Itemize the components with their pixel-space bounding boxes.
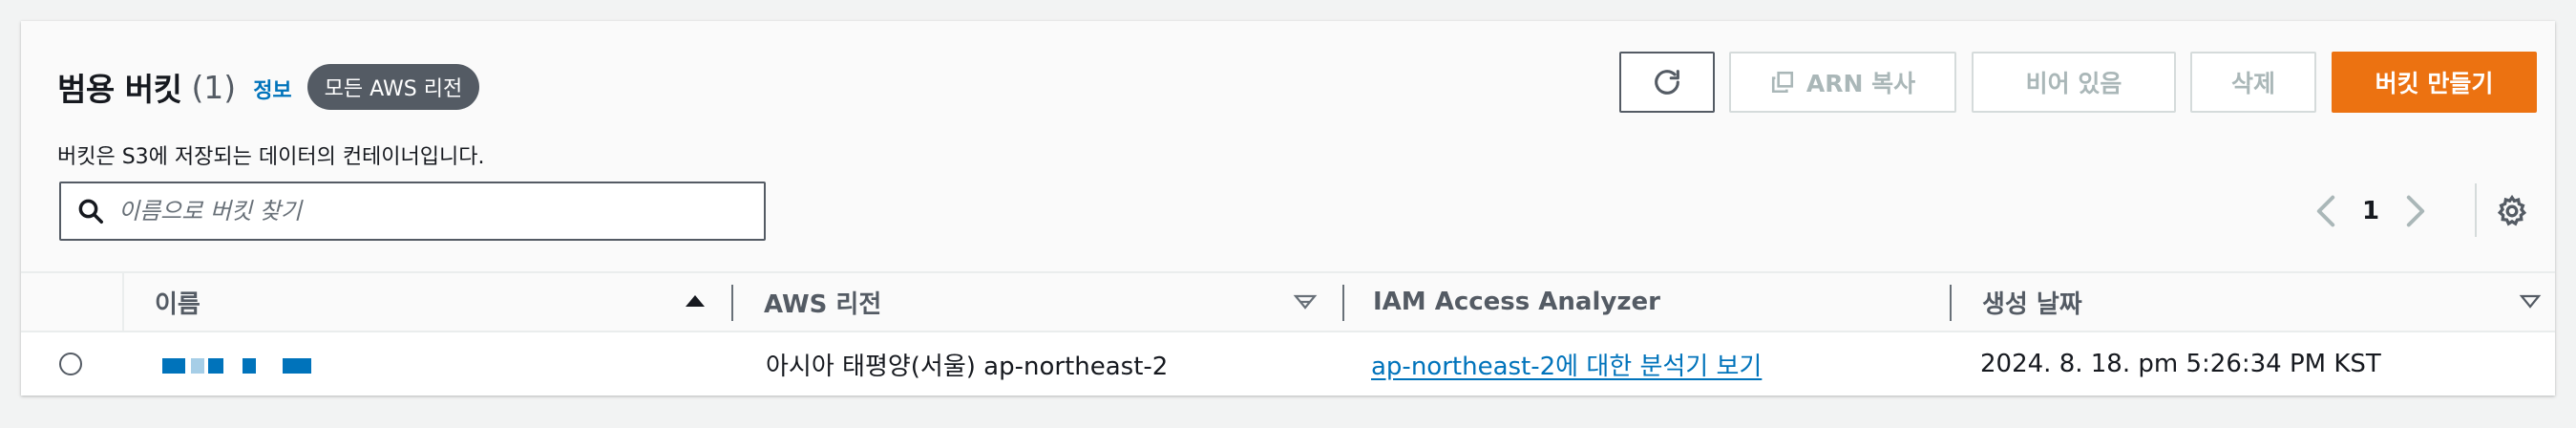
sort-ascending-icon[interactable] bbox=[684, 287, 707, 319]
gear-icon bbox=[2495, 194, 2529, 228]
page-title: 범용 버킷 bbox=[57, 71, 182, 108]
bucket-count: (1) bbox=[191, 68, 237, 106]
search-icon bbox=[76, 197, 105, 225]
row-select-radio[interactable] bbox=[59, 353, 82, 375]
empty-bucket-button[interactable]: 비어 있음 bbox=[1972, 52, 2176, 113]
table-row[interactable]: 아시아 태평양(서울) ap-northeast-2 ap-northeast-… bbox=[21, 332, 2555, 396]
search-input[interactable] bbox=[116, 197, 731, 225]
region-badge: 모든 AWS 리전 bbox=[306, 64, 480, 110]
column-header-name[interactable]: 이름 bbox=[155, 273, 201, 331]
sort-icon[interactable] bbox=[2519, 287, 2542, 319]
panel-header: 범용 버킷 (1) 정보 모든 AWS 리전 버킷은 S3에 저장되는 데이터의… bbox=[21, 21, 2555, 271]
analyzer-link[interactable]: ap-northeast-2에 대한 분석기 보기 bbox=[1371, 332, 1762, 396]
pager-divider bbox=[2475, 183, 2477, 237]
refresh-button[interactable] bbox=[1619, 52, 1715, 113]
column-header-analyzer[interactable]: IAM Access Analyzer bbox=[1373, 273, 1660, 331]
copy-arn-label: ARN 복사 bbox=[1805, 70, 1916, 97]
search-field[interactable] bbox=[59, 182, 766, 241]
column-header-created[interactable]: 생성 날짜 bbox=[1982, 273, 2082, 331]
create-bucket-button[interactable]: 버킷 만들기 bbox=[2332, 52, 2537, 113]
sort-icon[interactable] bbox=[1293, 287, 1318, 319]
creation-date: 2024. 8. 18. pm 5:26:34 PM KST bbox=[1980, 350, 2381, 378]
bucket-region: 아시아 태평양(서울) ap-northeast-2 bbox=[766, 352, 1169, 381]
settings-button[interactable] bbox=[2490, 189, 2534, 233]
current-page[interactable]: 1 bbox=[2345, 197, 2397, 225]
column-resizer[interactable] bbox=[731, 285, 733, 321]
table-header: 이름 AWS 리전 IAM Access Analyzer 생성 날짜 bbox=[21, 271, 2555, 332]
copy-arn-button[interactable]: ARN 복사 bbox=[1729, 52, 1956, 113]
column-resizer[interactable] bbox=[1950, 285, 1952, 321]
refresh-icon bbox=[1651, 66, 1683, 98]
page-description: 버킷은 S3에 저장되는 데이터의 컨테이너입니다. bbox=[57, 145, 485, 169]
previous-page-icon[interactable] bbox=[2307, 194, 2345, 228]
next-page-icon[interactable] bbox=[2397, 194, 2435, 228]
column-divider bbox=[122, 273, 124, 331]
column-header-region[interactable]: AWS 리전 bbox=[764, 273, 881, 331]
column-resizer[interactable] bbox=[1342, 285, 1344, 321]
copy-icon bbox=[1770, 70, 1795, 95]
info-link[interactable]: 정보 bbox=[253, 74, 291, 104]
delete-bucket-button[interactable]: 삭제 bbox=[2190, 52, 2316, 113]
redacted-bucket-name bbox=[162, 358, 311, 374]
analyzer-link-text[interactable]: ap-northeast-2에 대한 분석기 보기 bbox=[1371, 347, 1762, 382]
title-row: 범용 버킷 (1) 정보 모든 AWS 리전 bbox=[57, 63, 480, 111]
buckets-panel: 범용 버킷 (1) 정보 모든 AWS 리전 버킷은 S3에 저장되는 데이터의… bbox=[21, 21, 2555, 396]
pagination: 1 bbox=[2307, 187, 2435, 235]
